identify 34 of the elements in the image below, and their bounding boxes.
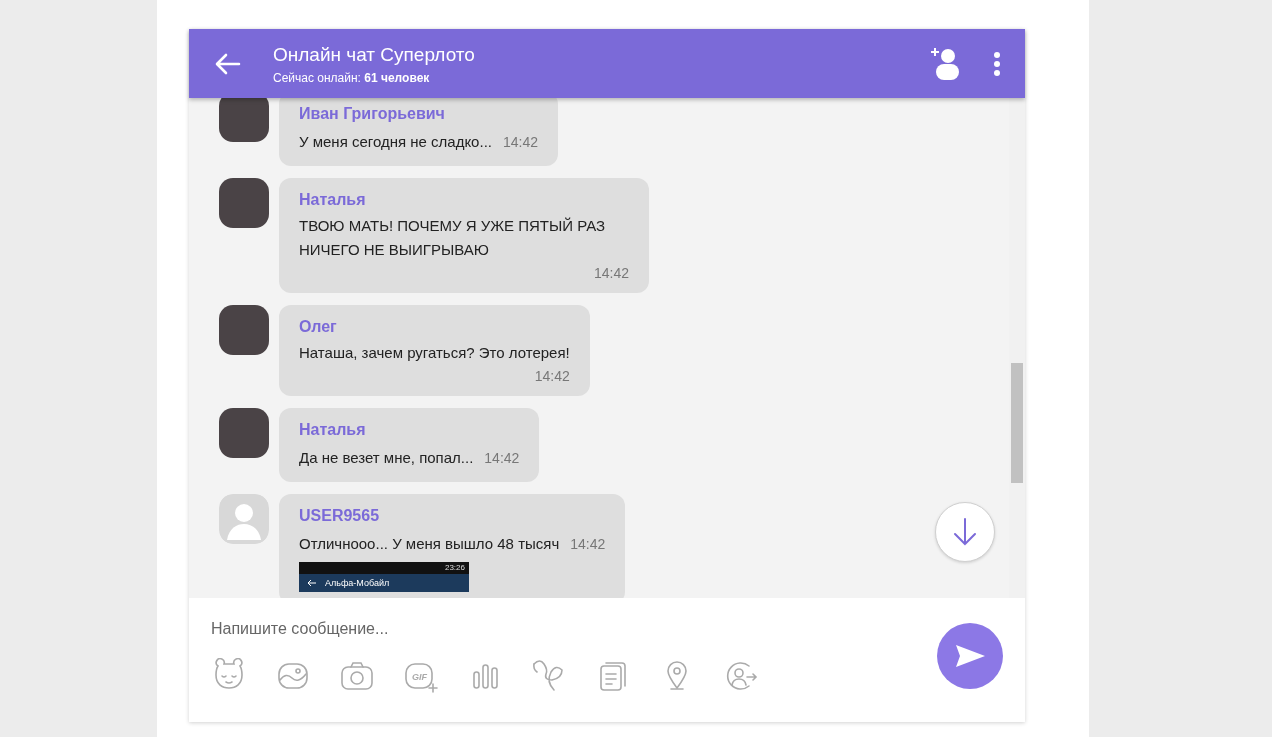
message-author: Олег [299, 317, 338, 337]
scrollbar-thumb[interactable] [1011, 363, 1023, 483]
chat-title: Онлайн чат Суперлото [273, 42, 476, 67]
send-icon [954, 643, 986, 669]
message-author: Наталья [299, 190, 367, 210]
message-time: 14:42 [570, 536, 606, 552]
avatar-photo-placeholder [219, 178, 269, 228]
message-time: 14:42 [484, 450, 520, 466]
message-input-field[interactable]: Напишите сообщение... [211, 598, 811, 648]
status-time: 23:26 [444, 563, 465, 572]
message-time: 14:42 [533, 368, 570, 384]
online-count: 61 человек [364, 70, 430, 85]
back-arrow-icon [307, 579, 317, 587]
app-title: Альфа-Мобайл [325, 577, 390, 589]
avatar-photo-placeholder [219, 408, 269, 458]
online-label: Сейчас онлайн: [273, 70, 361, 85]
message-time: 14:42 [502, 134, 538, 150]
avatar-photo-placeholder [219, 305, 269, 355]
message-text: Наташа, зачем ругаться? Это лотерея! [299, 343, 570, 363]
message-text: У меня сегодня не сладко... [299, 132, 492, 152]
message-author: USER9565 [299, 506, 381, 526]
default-avatar-icon [219, 494, 269, 544]
add-person-icon [931, 46, 959, 81]
message-text: Да не везет мне, попал... [299, 448, 474, 468]
scroll-down-button[interactable] [935, 502, 995, 562]
avatar-photo-placeholder [219, 98, 269, 142]
message-author: Иван Григорьевич [299, 104, 446, 124]
down-arrow-icon [952, 517, 978, 547]
message-time: 14:42 [592, 265, 629, 281]
message-text: Отличнооо... У меня вышло 48 тысяч [299, 534, 560, 554]
message-text: ТВОЮ МАТЬ! ПОЧЕМУ Я УЖЕ ПЯТЫЙ РАЗ НИЧЕГО НЕ ВЫИГРЫВАЮ [299, 216, 607, 260]
back-arrow-icon [215, 52, 241, 75]
more-vertical-icon [993, 51, 1001, 76]
message-author: Наталья [299, 420, 367, 440]
